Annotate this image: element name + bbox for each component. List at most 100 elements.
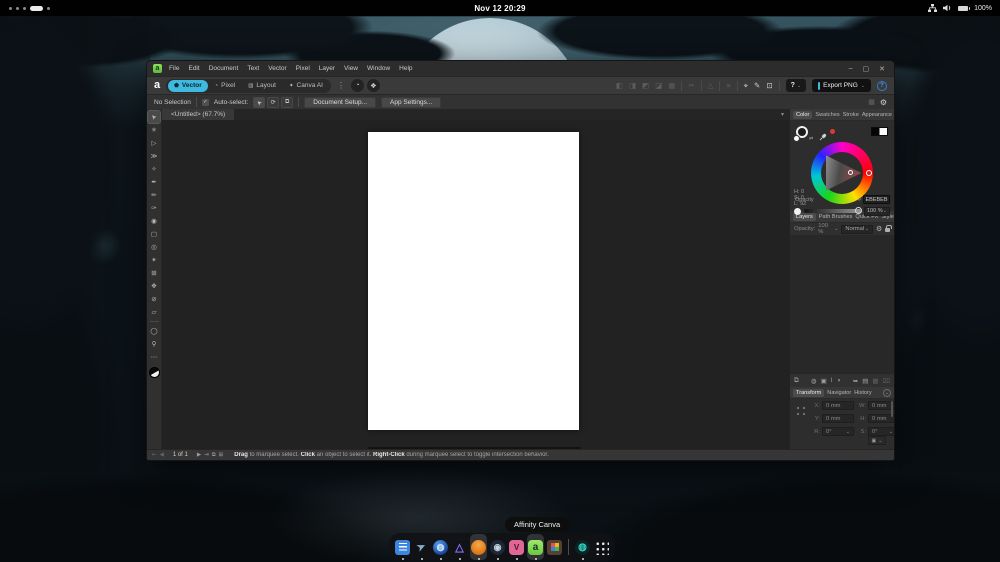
persona-vector[interactable]: ⬟Vector xyxy=(168,80,208,92)
persona-pixel[interactable]: ◔Pixel xyxy=(209,80,241,92)
export-png-button[interactable]: Export PNG ⌄ xyxy=(812,79,871,92)
chat-app[interactable]: V xyxy=(508,534,525,560)
node-tool[interactable]: ▷ xyxy=(148,137,160,149)
tab-color[interactable]: Color xyxy=(793,111,812,119)
more-tools[interactable]: ⋯ xyxy=(148,351,160,363)
ellipse-tool[interactable]: ◎ xyxy=(148,241,160,253)
tab-history[interactable]: History xyxy=(854,390,871,396)
document-setup-button[interactable]: Document Setup... xyxy=(304,97,376,108)
app-grid-button[interactable] xyxy=(593,534,610,560)
erase-tool[interactable]: ⊘ xyxy=(148,293,160,305)
clock[interactable]: Nov 12 20:29 xyxy=(0,4,1000,13)
anchor-point-selector[interactable] xyxy=(794,404,809,419)
group-layers-icon[interactable]: ▤ xyxy=(862,377,868,385)
app-settings-button[interactable]: App Settings... xyxy=(381,97,441,108)
quick-help-button[interactable]: ? ⌄ xyxy=(786,79,806,92)
blend-mode-select[interactable]: Normal ⌄ xyxy=(841,225,873,234)
transform-input-y[interactable]: 0 mm xyxy=(822,414,854,423)
opacity-knob[interactable] xyxy=(794,208,801,215)
preview-mode-icon[interactable]: ⊡ xyxy=(766,81,772,90)
menu-document[interactable]: Document xyxy=(209,65,239,72)
layers-gear-icon[interactable]: ⚙ xyxy=(876,225,882,233)
transform-input-s[interactable]: 0°⌄ xyxy=(868,427,895,436)
view-tool[interactable]: ◯ xyxy=(148,325,160,337)
fox-browser-app[interactable] xyxy=(470,534,487,560)
menu-edit[interactable]: Edit xyxy=(188,65,199,72)
rectangle-tool[interactable]: ▢ xyxy=(148,228,160,240)
move-inside-icon[interactable]: ➥ xyxy=(853,377,858,385)
maximize-button[interactable]: ▢ xyxy=(863,65,870,73)
toolbar-more-icon[interactable]: ⋮ xyxy=(337,81,345,90)
recent-color-swatch[interactable] xyxy=(830,129,835,134)
cycle-persona-button[interactable]: ◔ xyxy=(351,79,364,92)
grid-icon[interactable]: ▦ xyxy=(868,98,875,106)
bird-app[interactable]: ➤ xyxy=(413,534,430,560)
tab-appearance[interactable]: Appearance xyxy=(862,112,892,118)
assistant-icon[interactable]: ✎ xyxy=(754,81,760,90)
fill-stroke-indicator[interactable] xyxy=(149,367,160,378)
gear-icon[interactable]: ⚙ xyxy=(880,98,887,107)
mask-layer-icon[interactable]: ◍ xyxy=(811,377,817,385)
layers-list[interactable] xyxy=(790,235,894,373)
star-tool[interactable]: ✴ xyxy=(148,254,160,266)
page-view-icon[interactable]: ⧉ xyxy=(212,452,216,459)
opacity-value[interactable]: 100 % ⌄ xyxy=(864,207,890,216)
prism-app[interactable]: △ xyxy=(451,534,468,560)
menu-view[interactable]: View xyxy=(344,65,358,72)
tab-navigator[interactable]: Navigator xyxy=(827,390,851,396)
swap-colors-icon[interactable]: ⇄ xyxy=(809,136,813,142)
hue-selector[interactable] xyxy=(866,170,872,176)
first-page-button[interactable]: ⇤ xyxy=(152,452,157,458)
title-bar[interactable]: a FileEditDocumentTextVectorPixelLayerVi… xyxy=(147,61,894,76)
select-cursor-icon[interactable]: ➤ xyxy=(253,97,265,108)
pencil-tool[interactable]: ✏ xyxy=(148,189,160,201)
auto-select-checkbox[interactable]: ✓ xyxy=(202,99,209,106)
delete-layer-icon[interactable]: ⌧ xyxy=(883,377,891,385)
frame-tool[interactable]: ⊞ xyxy=(148,267,160,279)
sync-app[interactable]: ◍ xyxy=(574,534,591,560)
select-behind-icon[interactable]: ⟳ xyxy=(267,97,279,108)
menu-layer[interactable]: Layer xyxy=(319,65,335,72)
canvas-area[interactable] xyxy=(162,120,789,449)
tab-list-icon[interactable]: ▾ xyxy=(781,111,789,118)
adjustment-layer-icon[interactable]: ◑ xyxy=(837,377,841,384)
tab-transform[interactable]: Transform xyxy=(793,389,824,397)
crop-layer-icon[interactable]: ▣ xyxy=(821,377,827,385)
vector-brush-tool[interactable]: ✑ xyxy=(148,202,160,214)
canvas-page[interactable] xyxy=(368,132,579,430)
steam-app[interactable]: ◉ xyxy=(489,534,506,560)
close-button[interactable]: ✕ xyxy=(879,65,885,73)
aspect-lock-button[interactable]: ▣ ⌄ xyxy=(868,436,886,445)
edit-all-layers-icon[interactable]: ⧉ xyxy=(794,377,799,385)
system-tray[interactable]: 100% xyxy=(928,4,1000,12)
minimize-button[interactable]: – xyxy=(849,65,853,73)
document-tab[interactable]: <Untitled> (67.7%) xyxy=(162,109,234,120)
store-app[interactable] xyxy=(546,534,563,560)
pen-tool[interactable]: ✒ xyxy=(148,176,160,188)
menu-pixel[interactable]: Pixel xyxy=(296,65,310,72)
transform-input-r[interactable]: 0°⌄ xyxy=(822,427,854,436)
fill-swatch[interactable] xyxy=(793,135,800,142)
menu-vector[interactable]: Vector xyxy=(268,65,286,72)
panel-chevron-icon[interactable]: ⌄ xyxy=(883,389,891,397)
hex-field[interactable]: # EBEBEB xyxy=(858,195,890,204)
horizontal-scrollbar[interactable] xyxy=(368,447,581,449)
workspace-grid-button[interactable]: ❖ xyxy=(367,79,380,92)
new-layer-icon[interactable]: ▦ xyxy=(872,377,878,385)
corner-tool[interactable]: ✧ xyxy=(148,163,160,175)
opacity-slider[interactable] xyxy=(804,209,861,213)
transform-tool[interactable]: ✥ xyxy=(148,280,160,292)
panel-scrollbar[interactable] xyxy=(891,401,893,417)
text-style-icon[interactable]: I xyxy=(831,377,833,384)
style-tool[interactable]: ✳ xyxy=(148,124,160,136)
grayscale-swatch[interactable] xyxy=(871,127,888,136)
browser-app[interactable]: ◍ xyxy=(432,534,449,560)
last-page-button[interactable]: ⇥ xyxy=(204,452,209,458)
layers-opacity-value[interactable]: 100 % xyxy=(818,223,831,235)
affinity-canva-app[interactable]: a xyxy=(527,534,544,560)
fill-tool[interactable]: ◉ xyxy=(148,215,160,227)
zoom-tool[interactable]: ⚲ xyxy=(148,338,160,350)
previous-page-button[interactable]: ◀ xyxy=(160,452,164,458)
select-group-icon[interactable]: ⧉ xyxy=(281,97,293,108)
gradient-tool[interactable]: ▱ xyxy=(148,306,160,318)
